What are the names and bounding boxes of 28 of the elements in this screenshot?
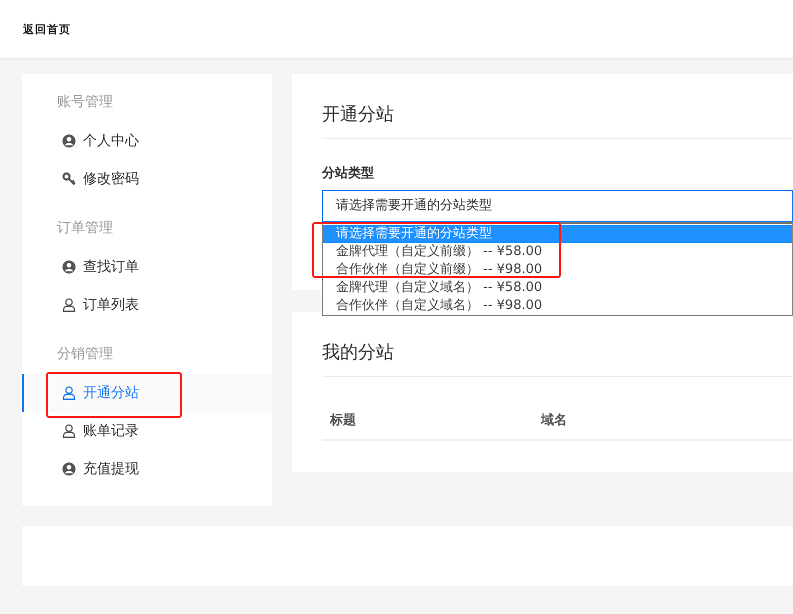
station-type-select[interactable]: 请选择需要开通的分站类型	[322, 190, 793, 222]
back-home-link[interactable]: 返回首页	[23, 22, 71, 36]
sidebar-group-title: 账号管理	[56, 93, 114, 112]
card-title: 开通分站	[322, 74, 793, 139]
sidebar-group-title: 分销管理	[56, 345, 114, 364]
field-label: 分站类型	[322, 165, 375, 183]
user-icon	[62, 298, 76, 312]
dropdown-option[interactable]: 金牌代理（自定义域名） -- ¥58.00	[323, 279, 792, 297]
dropdown-option[interactable]: 金牌代理（自定义前缀） -- ¥58.00	[323, 243, 792, 261]
sidebar-item[interactable]: 账单记录	[22, 412, 272, 450]
key-icon	[62, 172, 76, 186]
sidebar-item[interactable]: 充值提现	[22, 450, 272, 488]
sidebar-group-title: 订单管理	[56, 219, 114, 238]
user-circle-icon	[62, 462, 76, 476]
dropdown-option[interactable]: 合作伙伴（自定义域名） -- ¥98.00	[323, 297, 792, 315]
dropdown-option[interactable]: 合作伙伴（自定义前缀） -- ¥98.00	[323, 261, 792, 279]
card-title: 我的分站	[322, 312, 793, 377]
sidebar-item[interactable]: 查找订单	[22, 248, 272, 286]
sidebar-item[interactable]: 开通分站	[22, 374, 272, 412]
sidebar-item[interactable]: 订单列表	[22, 286, 272, 324]
column-header: 域名	[540, 412, 568, 429]
user-circle-icon	[62, 134, 76, 148]
user-icon	[62, 386, 76, 400]
user-icon	[62, 424, 76, 438]
user-circle-icon	[62, 260, 76, 274]
sidebar-item[interactable]: 个人中心	[22, 122, 272, 160]
sidebar-item[interactable]: 修改密码	[22, 160, 272, 198]
column-header: 标题	[328, 412, 357, 429]
